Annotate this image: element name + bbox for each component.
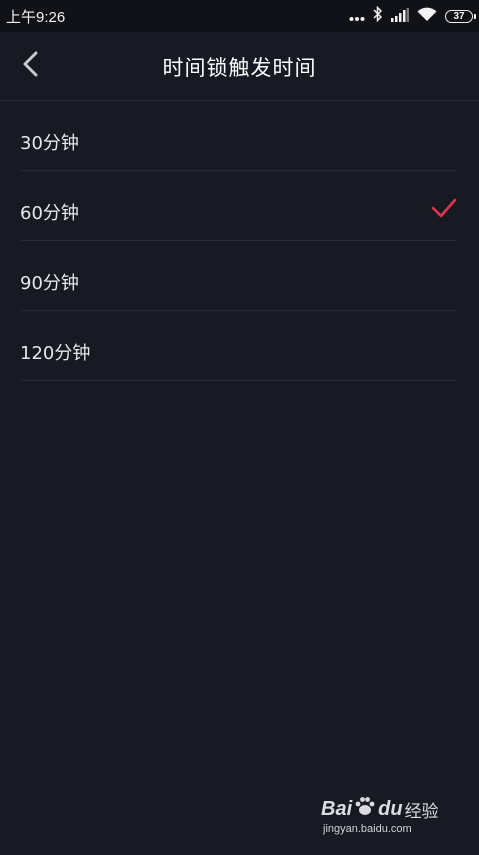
status-time: 上午9:26 <box>6 9 66 26</box>
page-title: 时间锁触发时间 <box>162 56 317 80</box>
baidu-watermark: Bai du 经验 jingyan.baidu.com <box>321 795 451 843</box>
logo-text-right: du <box>378 797 403 820</box>
dots-icon <box>349 7 365 26</box>
logo-suffix: 经验 <box>404 801 439 822</box>
logo-text-left: Bai <box>321 797 353 820</box>
option-list: 30分钟 60分钟 90分钟 120分钟 <box>0 101 479 381</box>
paw-icon <box>354 795 376 823</box>
option-60-minutes[interactable]: 60分钟 <box>20 171 457 241</box>
option-120-minutes[interactable]: 120分钟 <box>20 311 457 381</box>
wifi-icon <box>417 7 437 26</box>
option-90-minutes[interactable]: 90分钟 <box>20 241 457 311</box>
nav-bar: 时间锁触发时间 <box>0 32 479 100</box>
watermark-url: jingyan.baidu.com <box>323 823 412 835</box>
signal-icon <box>391 7 409 26</box>
option-label: 90分钟 <box>20 273 79 294</box>
baidu-logo: Bai du 经验 <box>321 795 439 823</box>
option-label: 120分钟 <box>20 343 91 364</box>
option-30-minutes[interactable]: 30分钟 <box>20 101 457 171</box>
option-label: 30分钟 <box>20 133 79 154</box>
status-icons: 37 <box>349 5 476 26</box>
battery-icon: 37 <box>445 9 476 23</box>
status-bar: 上午9:26 37 <box>0 0 479 32</box>
bluetooth-icon <box>373 5 383 26</box>
check-icon <box>431 197 457 219</box>
option-label: 60分钟 <box>20 203 79 224</box>
